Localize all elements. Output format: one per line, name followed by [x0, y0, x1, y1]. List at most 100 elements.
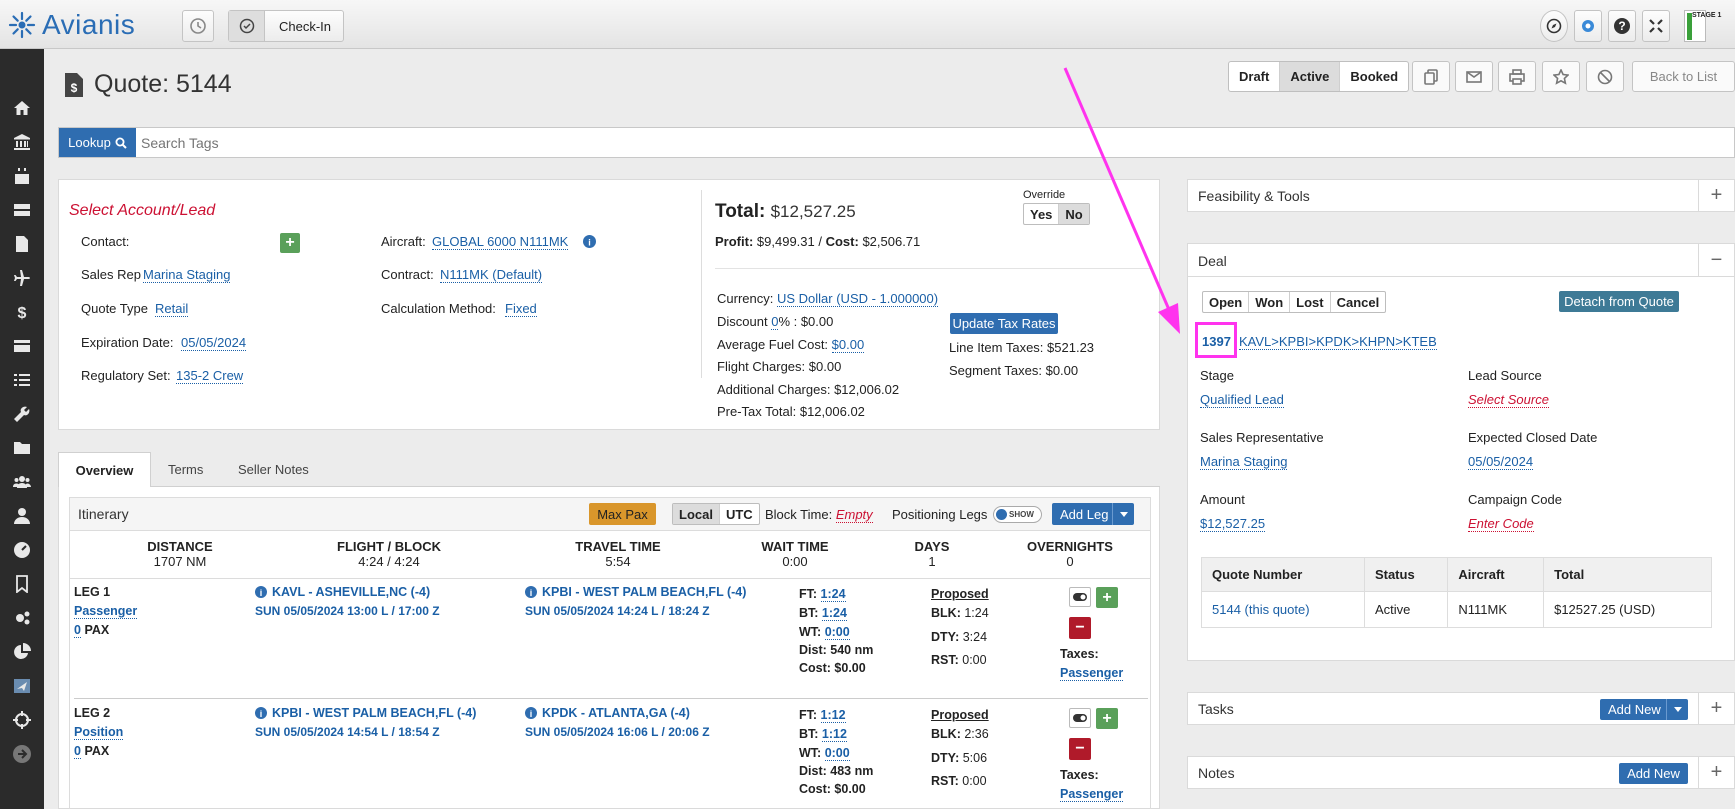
folder-icon[interactable] [0, 431, 44, 465]
tasks-panel-header[interactable]: Tasks Add New + [1187, 692, 1735, 725]
expiration-value[interactable]: 05/05/2024 [181, 335, 247, 351]
collapse-deal-button[interactable]: − [1698, 244, 1734, 276]
arrival-time[interactable]: SUN 05/05/2024 16:06 L / 20:06 Z [525, 725, 710, 739]
dollar-icon[interactable]: $ [0, 295, 44, 329]
aircraft-value[interactable]: GLOBAL 6000 N111MK [432, 234, 569, 250]
contract-value[interactable]: N111MK (Default) [440, 267, 543, 283]
deal-open-button[interactable]: Open [1203, 292, 1250, 312]
cancel-quote-button[interactable] [1586, 61, 1624, 92]
leg-pax-count[interactable]: 0 [74, 744, 81, 759]
override-no-button[interactable]: No [1059, 204, 1089, 224]
departure-time[interactable]: SUN 05/05/2024 13:00 L / 17:00 Z [255, 604, 440, 618]
checkin-button[interactable]: Check-In [228, 10, 344, 42]
bank-icon[interactable] [0, 125, 44, 159]
notes-panel-header[interactable]: Notes Add New + [1187, 756, 1735, 789]
lead-source-value[interactable]: Select Source [1468, 392, 1549, 408]
arrow-right-icon[interactable] [0, 737, 44, 771]
deal-id-link[interactable]: 1397 [1202, 334, 1231, 349]
local-button[interactable]: Local [673, 504, 720, 524]
leg-type[interactable]: Passenger [74, 604, 138, 619]
closed-date-value[interactable]: 05/05/2024 [1468, 454, 1534, 470]
crosshair-icon[interactable] [0, 703, 44, 737]
notes-add-new-button[interactable]: Add New [1619, 763, 1688, 784]
utc-button[interactable]: UTC [720, 504, 759, 524]
gears-icon[interactable] [0, 601, 44, 635]
dashboard-icon[interactable] [0, 533, 44, 567]
booked-button[interactable]: Booked [1340, 62, 1408, 91]
copy-button[interactable] [1412, 61, 1450, 92]
document-icon[interactable] [0, 227, 44, 261]
leg-taxes-value[interactable]: Passenger [1060, 787, 1124, 802]
arrival-airport[interactable]: KPBI - WEST PALM BEACH,FL (-4) [542, 585, 746, 599]
leg-toggle-button[interactable] [1069, 587, 1091, 607]
plane-icon[interactable] [0, 261, 44, 295]
history-button[interactable] [182, 10, 214, 42]
sales-rep-value[interactable]: Marina Staging [143, 267, 231, 283]
favorite-button[interactable] [1542, 61, 1580, 92]
leg-pax-count[interactable]: 0 [74, 623, 81, 638]
plane-screen-icon[interactable] [0, 669, 44, 703]
email-button[interactable] [1455, 61, 1493, 92]
dep-info-icon[interactable]: i [255, 586, 267, 598]
deal-stage-value[interactable]: Qualified Lead [1200, 392, 1284, 408]
list-icon[interactable] [0, 363, 44, 397]
help-button[interactable]: ? [1608, 10, 1636, 42]
dep-info-icon[interactable]: i [255, 707, 267, 719]
departure-airport[interactable]: KPBI - WEST PALM BEACH,FL (-4) [272, 706, 476, 720]
users-icon[interactable] [0, 465, 44, 499]
add-leg-dropdown[interactable] [1112, 503, 1134, 525]
sunburst-button[interactable] [1574, 10, 1602, 42]
override-yes-button[interactable]: Yes [1024, 204, 1060, 224]
pie-chart-icon[interactable] [0, 635, 44, 669]
active-button[interactable]: Active [1280, 62, 1341, 91]
bookmark-icon[interactable] [0, 567, 44, 601]
search-tags-input[interactable] [141, 128, 1721, 157]
tab-terms[interactable]: Terms [168, 462, 203, 477]
deal-sales-rep-value[interactable]: Marina Staging [1200, 454, 1288, 470]
regulatory-value[interactable]: 135-2 Crew [176, 368, 244, 384]
wrench-icon[interactable] [0, 397, 44, 431]
add-leg-button[interactable]: Add Leg [1052, 503, 1134, 525]
update-tax-rates-button[interactable]: Update Tax Rates [950, 313, 1058, 334]
compass-button[interactable] [1540, 10, 1568, 42]
positioning-legs-toggle[interactable]: SHOW [993, 506, 1042, 523]
select-account-link[interactable]: Select Account/Lead [69, 202, 215, 220]
expand-notes-button[interactable]: + [1698, 757, 1734, 788]
lookup-button[interactable]: Lookup [59, 128, 136, 157]
feasibility-panel-header[interactable]: Feasibility & Tools + [1187, 179, 1735, 212]
tasks-add-new-button[interactable]: Add New [1600, 699, 1688, 720]
add-segment-button[interactable]: + [1096, 708, 1118, 729]
deal-won-button[interactable]: Won [1249, 292, 1291, 312]
back-to-list-button[interactable]: Back to List [1632, 61, 1735, 92]
remove-leg-button[interactable]: − [1069, 617, 1091, 639]
arr-info-icon[interactable]: i [525, 707, 537, 719]
home-icon[interactable] [0, 91, 44, 125]
tasks-add-dropdown[interactable] [1666, 699, 1688, 720]
tab-overview[interactable]: Overview [58, 452, 151, 488]
add-contact-button[interactable]: + [280, 233, 300, 253]
server-icon[interactable] [0, 193, 44, 227]
max-pax-button[interactable]: Max Pax [589, 503, 656, 525]
fullscreen-button[interactable] [1642, 10, 1670, 42]
calendar-icon[interactable] [0, 159, 44, 193]
departure-time[interactable]: SUN 05/05/2024 14:54 L / 18:54 Z [255, 725, 440, 739]
currency-value[interactable]: US Dollar (USD - 1.000000) [776, 291, 939, 307]
arrival-airport[interactable]: KPDK - ATLANTA,GA (-4) [542, 706, 690, 720]
draft-button[interactable]: Draft [1229, 62, 1281, 91]
remove-leg-button[interactable]: − [1069, 738, 1091, 760]
deal-cancel-button[interactable]: Cancel [1331, 292, 1386, 312]
tab-seller-notes[interactable]: Seller Notes [238, 462, 309, 477]
card-icon[interactable] [0, 329, 44, 363]
calc-method-value[interactable]: Fixed [505, 301, 537, 317]
expand-tasks-button[interactable]: + [1698, 693, 1734, 724]
deal-route-link[interactable]: KAVL>KPBI>KPDK>KHPN>KTEB [1239, 334, 1437, 350]
user-icon[interactable] [0, 499, 44, 533]
departure-airport[interactable]: KAVL - ASHEVILLE,NC (-4) [272, 585, 430, 599]
leg-toggle-button[interactable] [1069, 708, 1091, 728]
quote-number-link[interactable]: 5144 (this quote) [1212, 602, 1310, 617]
deal-amount-value[interactable]: $12,527.25 [1200, 516, 1266, 532]
logo[interactable]: Avianis [8, 9, 135, 41]
leg-taxes-value[interactable]: Passenger [1060, 666, 1124, 681]
campaign-code-value[interactable]: Enter Code [1468, 516, 1534, 532]
print-button[interactable] [1498, 61, 1536, 92]
